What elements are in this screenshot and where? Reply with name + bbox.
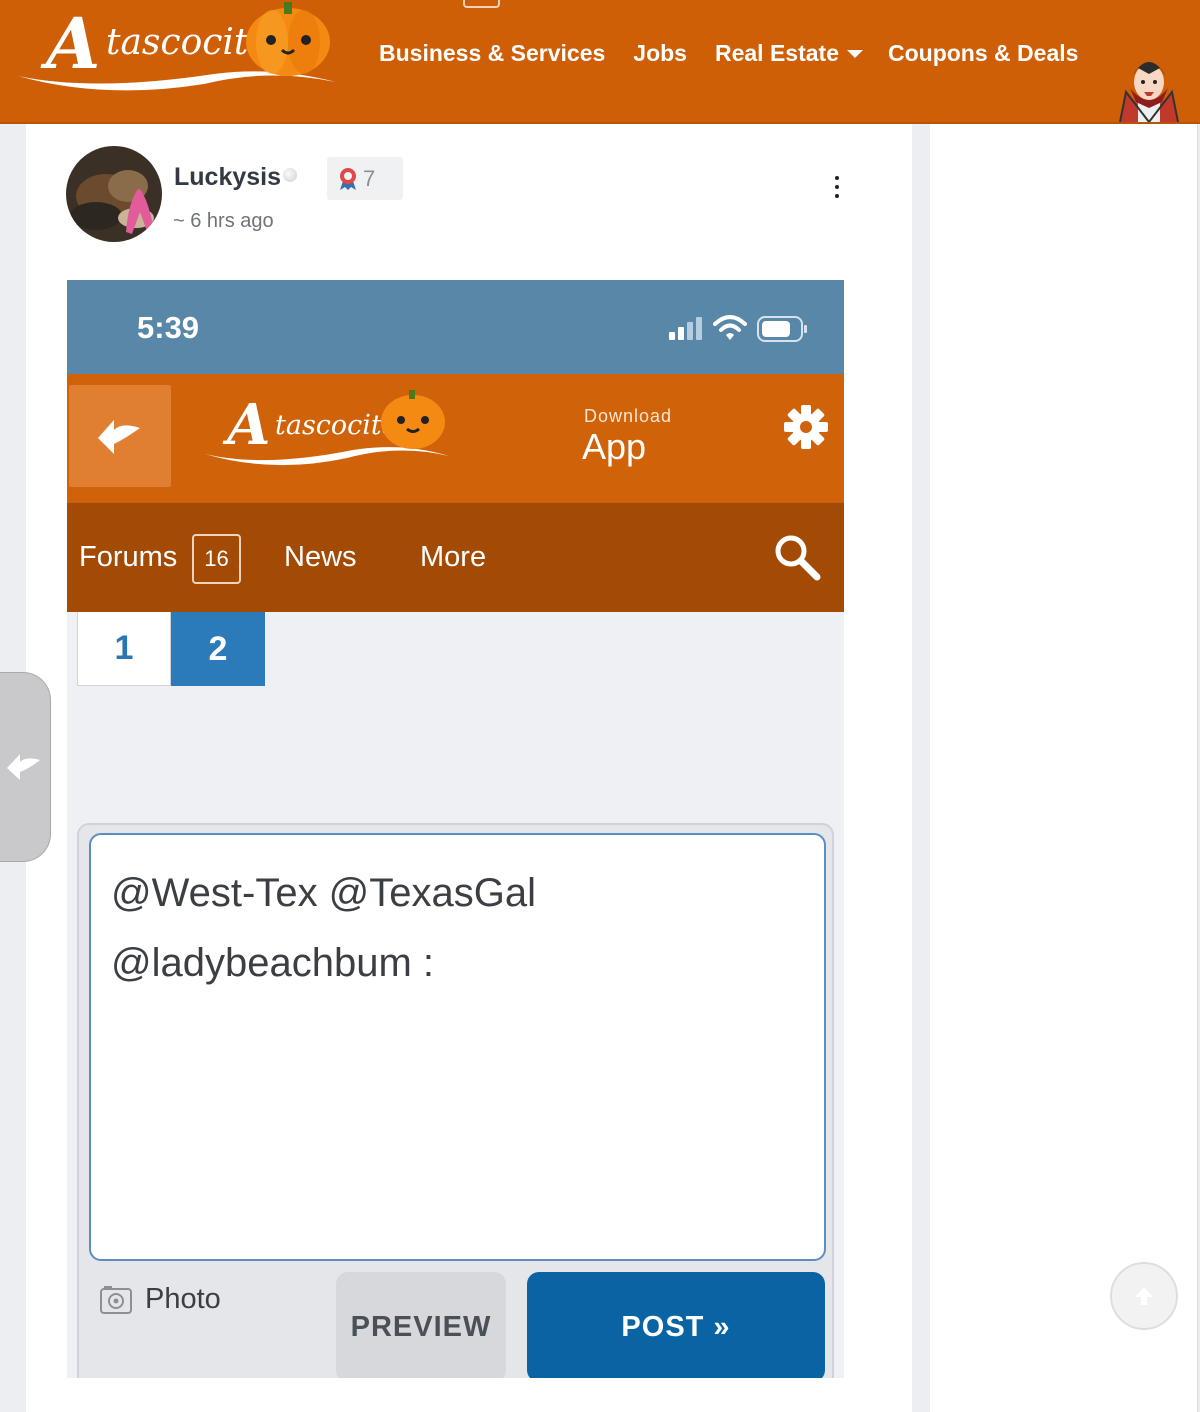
scroll-to-top-button[interactable] xyxy=(1110,1262,1178,1330)
status-time: 5:39 xyxy=(137,310,200,345)
reply-textarea[interactable]: @West-Tex @TexasGal @ladybeachbum : xyxy=(89,833,826,1261)
award-ribbon-icon xyxy=(340,167,356,190)
back-arrow-icon xyxy=(7,754,40,780)
post-author[interactable]: Luckysis xyxy=(174,163,281,192)
app-logo: A tascocita xyxy=(205,390,449,466)
column-divider xyxy=(912,124,930,1412)
right-sidebar xyxy=(930,124,1198,1412)
more-vertical-icon[interactable] xyxy=(826,172,848,202)
site-header: A tascocita Business & Services Jobs Rea… xyxy=(0,0,1200,124)
search-icon[interactable] xyxy=(773,533,821,581)
svg-text:A: A xyxy=(40,2,100,85)
pumpkin-icon xyxy=(381,390,445,449)
composer-line-2: @ladybeachbum : xyxy=(111,941,435,985)
side-back-tab[interactable] xyxy=(0,672,51,862)
page-2-button[interactable]: 2 xyxy=(171,612,265,686)
nav-more[interactable]: More xyxy=(420,541,486,574)
vampire-avatar-icon[interactable] xyxy=(1116,52,1182,122)
app-header: A tascocita Download App xyxy=(67,374,844,502)
arrow-up-icon xyxy=(1135,1287,1153,1305)
online-status-dot xyxy=(283,168,297,182)
app-nav-bar: Forums 16 News More xyxy=(67,502,844,612)
svg-text:A: A xyxy=(222,392,270,458)
wifi-icon xyxy=(713,315,747,340)
nav-coupons-deals[interactable]: Coupons & Deals xyxy=(888,40,1078,67)
svg-text:tascocita: tascocita xyxy=(275,410,398,441)
reputation-badge[interactable]: 7 xyxy=(327,157,403,200)
header-tab-handle[interactable] xyxy=(463,0,500,8)
site-logo[interactable]: A tascocita xyxy=(14,0,344,96)
phone-status-bar: 5:39 xyxy=(67,280,844,374)
camera-icon xyxy=(100,1285,132,1314)
chevron-down-icon xyxy=(847,49,863,58)
badge-count: 7 xyxy=(363,165,376,191)
nav-jobs[interactable]: Jobs xyxy=(633,40,687,67)
download-app-caption[interactable]: Download xyxy=(584,406,672,427)
back-button[interactable] xyxy=(69,385,171,487)
pumpkin-icon xyxy=(246,2,330,76)
gear-icon[interactable] xyxy=(783,404,829,450)
preview-button[interactable]: PREVIEW xyxy=(336,1272,506,1378)
main-nav: Business & Services Jobs Real Estate Cou… xyxy=(379,40,1078,67)
photo-label: Photo xyxy=(145,1283,221,1315)
avatar[interactable] xyxy=(66,146,162,242)
post-timestamp: ~ 6 hrs ago xyxy=(173,210,274,232)
nav-real-estate-label: Real Estate xyxy=(714,40,839,66)
signal-icon xyxy=(669,317,702,340)
nav-business-services[interactable]: Business & Services xyxy=(379,40,605,67)
photo-button[interactable]: Photo xyxy=(99,1283,221,1316)
download-app-label[interactable]: App xyxy=(582,426,646,468)
battery-icon xyxy=(757,316,807,342)
nav-forums[interactable]: Forums xyxy=(79,541,177,574)
nav-real-estate[interactable]: Real Estate xyxy=(715,40,863,67)
pagination: 1 2 xyxy=(77,612,265,686)
nav-news[interactable]: News xyxy=(284,541,357,574)
composer-line-1: @West-Tex @TexasGal xyxy=(111,871,537,915)
page-1-button[interactable]: 1 xyxy=(77,612,171,686)
attached-screenshot[interactable]: 5:39 A tascocita Download App Forums 16 … xyxy=(67,280,844,1378)
reply-composer: @West-Tex @TexasGal @ladybeachbum : Phot… xyxy=(77,823,834,1378)
back-arrow-icon xyxy=(98,420,140,454)
forums-count-badge: 16 xyxy=(192,534,241,584)
svg-text:tascocita: tascocita xyxy=(106,22,270,63)
post-button[interactable]: POST » xyxy=(527,1272,825,1378)
